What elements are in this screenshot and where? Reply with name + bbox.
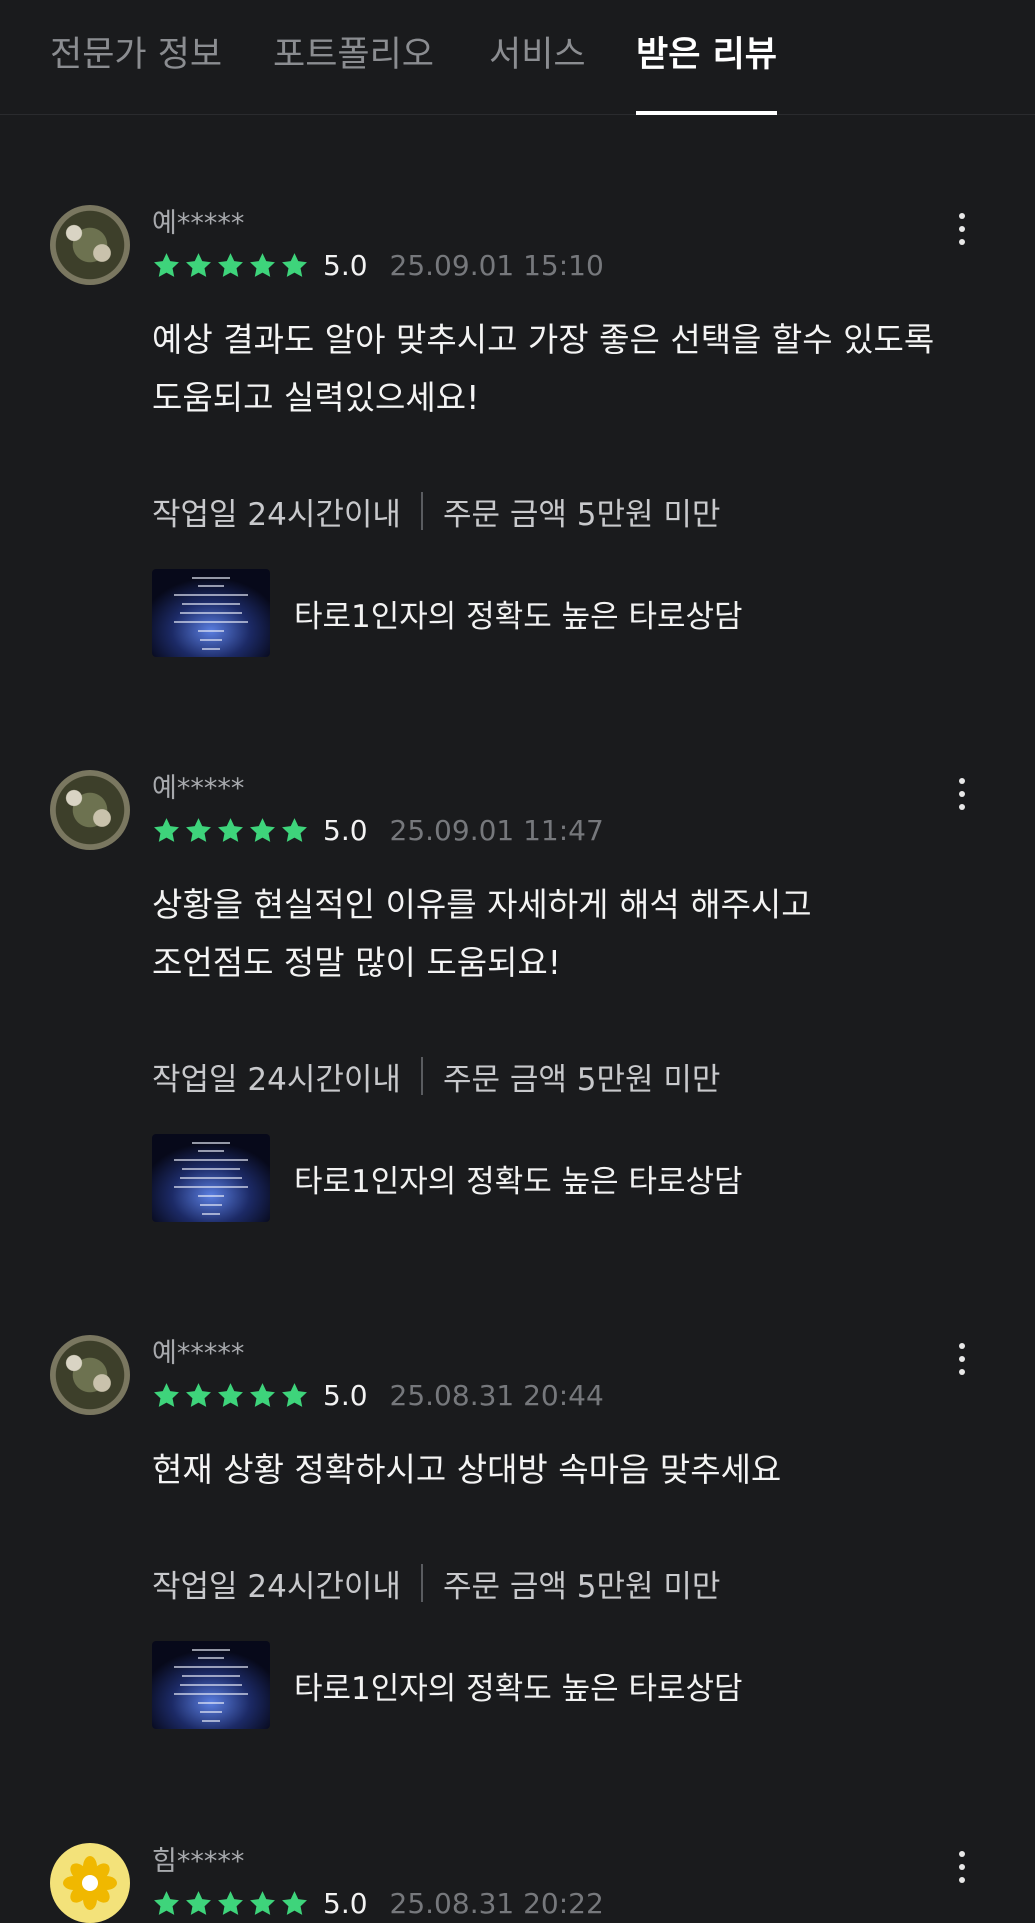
star-icon [186, 1890, 211, 1915]
service-link[interactable]: 타로1인자의 정확도 높은 타로상담 [152, 1134, 743, 1222]
service-title: 타로1인자의 정확도 높은 타로상담 [294, 1163, 743, 1200]
rating-row: 5.0 25.09.01 11:47 [152, 812, 604, 848]
star-icon [154, 817, 179, 842]
work-period: 작업일 24시간이내 [152, 1568, 401, 1605]
more-options-icon[interactable] [950, 1847, 974, 1887]
rating-score: 5.0 [323, 248, 368, 282]
service-title: 타로1인자의 정확도 높은 타로상담 [294, 1670, 743, 1707]
rating-row: 5.0 25.08.31 20:44 [152, 1377, 604, 1413]
star-icon [282, 1890, 307, 1915]
tab-services[interactable]: 서비스 [489, 0, 586, 115]
star-icon [250, 1890, 275, 1915]
service-thumbnail [152, 1641, 270, 1729]
review-date: 25.09.01 11:47 [389, 813, 604, 847]
rating-score: 5.0 [323, 1378, 368, 1412]
more-options-icon[interactable] [950, 774, 974, 814]
service-title: 타로1인자의 정확도 높은 타로상담 [294, 598, 743, 635]
order-amount: 주문 금액 5만원 미만 [442, 496, 721, 533]
star-icon [250, 1382, 275, 1407]
star-rating [152, 816, 309, 845]
tab-bar: 전문가 정보 포트폴리오 서비스 받은 리뷰 [0, 0, 1035, 115]
star-rating [152, 251, 309, 280]
meta-divider [420, 492, 423, 530]
flower-icon [63, 1856, 117, 1910]
avatar [50, 1335, 130, 1415]
more-options-icon[interactable] [950, 209, 974, 249]
avatar [50, 205, 130, 285]
star-rating [152, 1381, 309, 1410]
work-period: 작업일 24시간이내 [152, 496, 401, 533]
order-amount: 주문 금액 5만원 미만 [442, 1061, 721, 1098]
tab-received-reviews[interactable]: 받은 리뷰 [636, 0, 777, 115]
review-username: 힘***** [152, 1846, 245, 1877]
star-icon [154, 1382, 179, 1407]
tab-portfolio[interactable]: 포트폴리오 [273, 0, 434, 115]
service-thumbnail [152, 569, 270, 657]
review-meta: 작업일 24시간이내 주문 금액 5만원 미만 [152, 1561, 720, 1605]
star-icon [218, 1890, 243, 1915]
star-icon [186, 1382, 211, 1407]
star-icon [218, 252, 243, 277]
rating-row: 5.0 25.09.01 15:10 [152, 247, 604, 283]
star-icon [250, 252, 275, 277]
star-icon [186, 817, 211, 842]
review-username: 예***** [152, 773, 245, 804]
tab-expert-info[interactable]: 전문가 정보 [50, 0, 222, 115]
order-amount: 주문 금액 5만원 미만 [442, 1568, 721, 1605]
review-meta: 작업일 24시간이내 주문 금액 5만원 미만 [152, 489, 720, 533]
star-icon [154, 252, 179, 277]
review-date: 25.08.31 20:22 [389, 1886, 604, 1920]
meta-divider [420, 1057, 423, 1095]
rating-score: 5.0 [323, 1886, 368, 1920]
star-icon [218, 1382, 243, 1407]
star-icon [282, 1382, 307, 1407]
service-link[interactable]: 타로1인자의 정확도 높은 타로상담 [152, 569, 743, 657]
avatar [50, 770, 130, 850]
star-rating [152, 1889, 309, 1918]
review-username: 예***** [152, 208, 245, 239]
review-comment: 상황을 현실적인 이유를 자세하게 해석 해주시고 조언점도 정말 많이 도움되… [152, 885, 812, 982]
star-icon [282, 817, 307, 842]
star-icon [250, 817, 275, 842]
service-link[interactable]: 타로1인자의 정확도 높은 타로상담 [152, 1641, 743, 1729]
star-icon [186, 252, 211, 277]
star-icon [154, 1890, 179, 1915]
review-date: 25.09.01 15:10 [389, 248, 604, 282]
review-comment: 현재 상황 정확하시고 상대방 속마음 맞추세요 [152, 1450, 782, 1489]
review-date: 25.08.31 20:44 [389, 1378, 604, 1412]
avatar [50, 1843, 130, 1923]
star-icon [282, 252, 307, 277]
service-thumbnail [152, 1134, 270, 1222]
star-icon [218, 817, 243, 842]
review-meta: 작업일 24시간이내 주문 금액 5만원 미만 [152, 1054, 720, 1098]
review-username: 예***** [152, 1338, 245, 1369]
rating-score: 5.0 [323, 813, 368, 847]
meta-divider [420, 1564, 423, 1602]
review-comment: 예상 결과도 알아 맞추시고 가장 좋은 선택을 할수 있도록 도움되고 실력있… [152, 320, 935, 417]
work-period: 작업일 24시간이내 [152, 1061, 401, 1098]
rating-row: 5.0 25.08.31 20:22 [152, 1885, 604, 1921]
more-options-icon[interactable] [950, 1339, 974, 1379]
